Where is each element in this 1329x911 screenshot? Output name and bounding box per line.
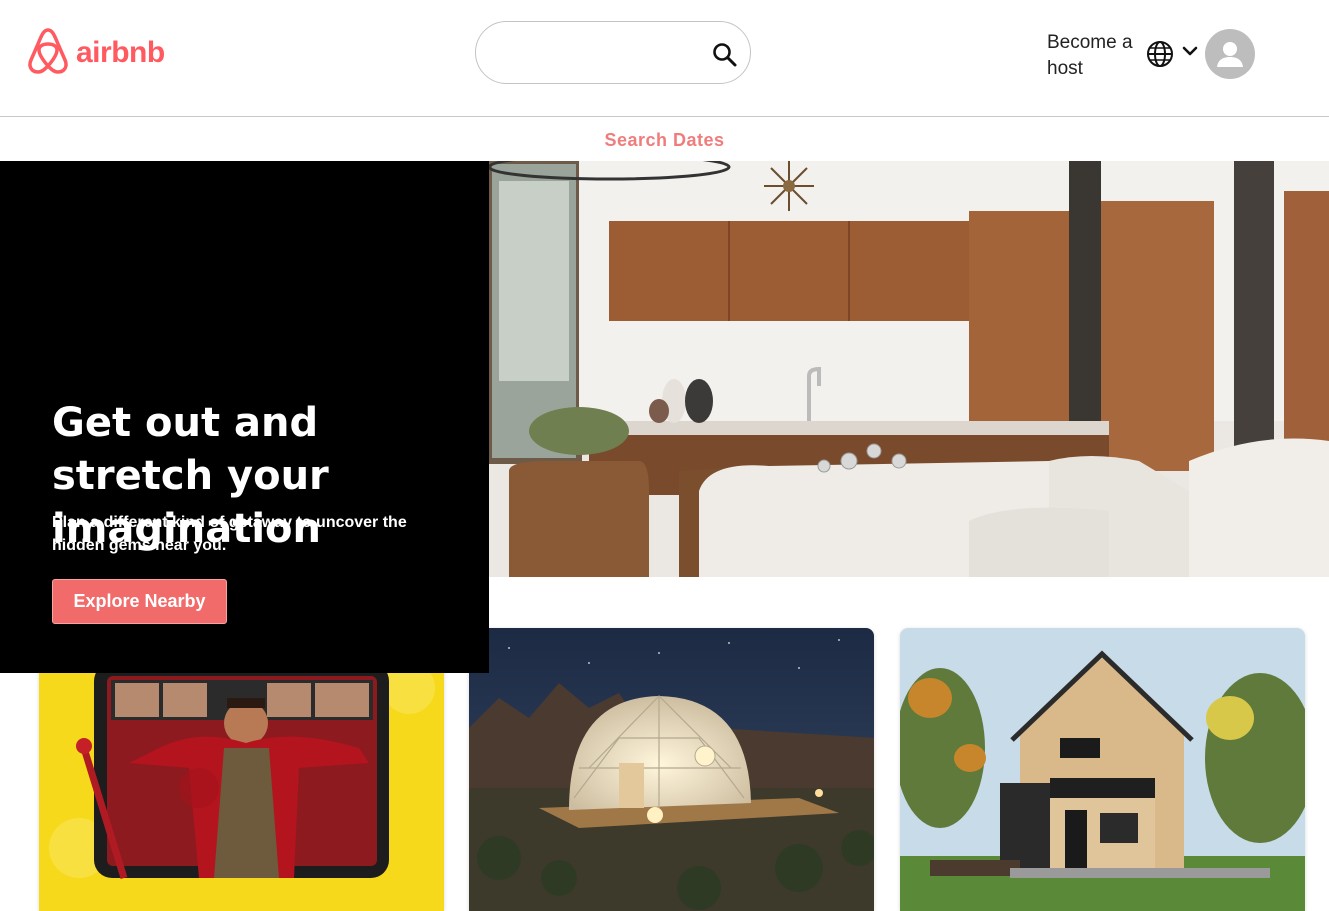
glamping-dome-image <box>469 628 874 911</box>
search-input[interactable] <box>494 36 698 72</box>
search-bar[interactable] <box>475 21 751 84</box>
logo-text: airbnb <box>76 35 165 69</box>
hero-image <box>489 161 1329 577</box>
globe-icon[interactable] <box>1146 40 1174 73</box>
explore-nearby-button[interactable]: Explore Nearby <box>52 579 227 624</box>
search-dates-link[interactable]: Search Dates <box>604 130 724 151</box>
airbnb-logo-icon <box>26 26 70 79</box>
top-header: airbnb Become a host <box>0 0 1329 117</box>
hero-subtitle: Plan a different kind of getaway to unco… <box>52 514 407 554</box>
cabin-image <box>900 628 1305 911</box>
chevron-down-icon[interactable] <box>1181 45 1199 64</box>
glamping-dome-card[interactable] <box>469 628 874 911</box>
cabin-card[interactable] <box>900 628 1305 911</box>
hero-panel: Get out and stretch your imagination Pla… <box>0 161 489 673</box>
user-avatar-icon[interactable] <box>1205 29 1255 79</box>
search-icon[interactable] <box>712 42 738 73</box>
airbnb-logo[interactable]: airbnb <box>26 26 165 79</box>
become-a-host-link[interactable]: Become a host <box>1047 30 1143 82</box>
sub-navigation: Search Dates <box>0 117 1329 160</box>
